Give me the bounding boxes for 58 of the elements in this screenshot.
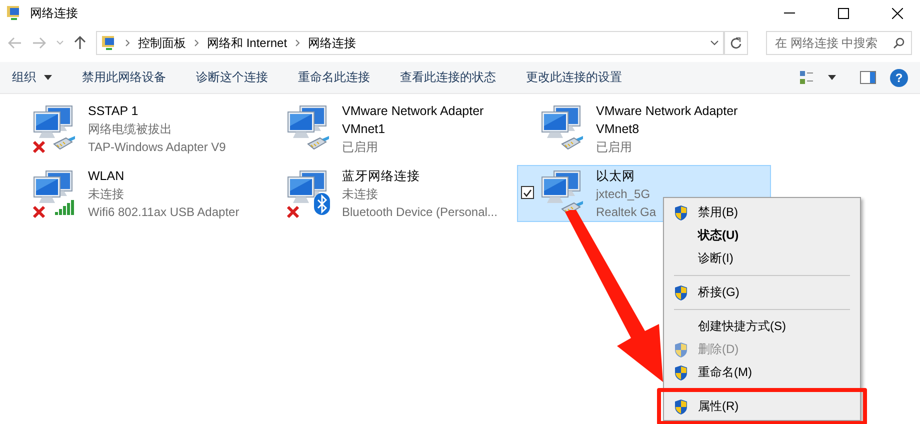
command-button[interactable]: 更改此连接的设置 <box>526 69 622 86</box>
up-arrow-icon[interactable] <box>74 36 86 50</box>
adapter-name: 蓝牙网络连接 <box>342 168 420 185</box>
adapter-device: Realtek Ga <box>596 204 656 221</box>
help-button[interactable]: ? <box>890 68 908 86</box>
menu-item[interactable]: 重命名(M) <box>666 361 858 384</box>
menu-item[interactable]: 桥接(G) <box>666 281 858 304</box>
adapter-name: WLAN <box>88 168 124 185</box>
adapter-item[interactable]: VMware Network Adapter VMnet1 已启用 <box>263 100 517 157</box>
network-folder-icon <box>101 35 117 51</box>
adapter-status: jxtech_5G <box>596 186 650 203</box>
adapter-status: 未连接 <box>342 186 378 203</box>
command-button[interactable]: 查看此连接的状态 <box>400 69 496 86</box>
adapter-item[interactable]: SSTAP 1 网络电缆被拔出 TAP-Windows Adapter V9 <box>9 100 263 157</box>
window-title: 网络连接 <box>30 4 79 22</box>
menu-item[interactable]: 诊断(I) <box>666 247 858 270</box>
preview-pane-icon[interactable] <box>860 71 876 84</box>
checkbox[interactable] <box>521 186 534 199</box>
adapter-device: Wifi6 802.11ax USB Adapter <box>88 204 240 221</box>
adapter-name: SSTAP 1 <box>88 103 138 120</box>
menu-item[interactable]: 创建快捷方式(S) <box>666 315 858 338</box>
command-button[interactable]: 禁用此网络设备 <box>82 69 166 86</box>
chevron-right-icon <box>295 39 300 47</box>
adapter-item[interactable]: VMware Network Adapter VMnet8 已启用 <box>517 100 771 157</box>
command-button[interactable]: 诊断这个连接 <box>196 69 268 86</box>
adapter-name: VMware Network Adapter VMnet8 <box>596 103 739 138</box>
adapter-item[interactable]: WLAN 未连接 Wifi6 802.11ax USB Adapter <box>9 165 263 222</box>
chevron-right-icon <box>194 39 199 47</box>
command-button[interactable]: 组织 <box>12 69 52 86</box>
search-field[interactable]: 在 网络连接 中搜索 <box>766 31 912 55</box>
network-folder-icon <box>6 5 22 21</box>
breadcrumb[interactable]: 网络和 Internet <box>207 34 288 52</box>
adapter-status: 已启用 <box>596 139 632 156</box>
view-options-icon[interactable] <box>800 70 814 84</box>
refresh-button[interactable] <box>724 31 748 55</box>
chevron-down-icon[interactable] <box>710 40 719 46</box>
maximize-icon[interactable] <box>838 8 848 18</box>
adapter-name: 以太网 <box>596 168 635 185</box>
refresh-icon <box>730 36 742 50</box>
adapter-item[interactable]: 蓝牙网络连接 未连接 Bluetooth Device (Personal... <box>263 165 517 222</box>
minimize-icon[interactable] <box>784 12 794 14</box>
breadcrumb[interactable]: 控制面板 <box>138 34 186 52</box>
adapter-status: 已启用 <box>342 139 378 156</box>
close-icon[interactable] <box>892 8 902 18</box>
address-bar[interactable]: 控制面板 网络和 Internet 网络连接 <box>96 31 724 55</box>
adapter-name: VMware Network Adapter VMnet1 <box>342 103 485 138</box>
command-button[interactable]: 重命名此连接 <box>298 69 370 86</box>
chevron-right-icon <box>125 39 130 47</box>
adapter-device: TAP-Windows Adapter V9 <box>88 139 226 156</box>
caret-icon[interactable] <box>828 75 836 80</box>
search-icon <box>893 37 905 49</box>
adapter-device: Bluetooth Device (Personal... <box>342 204 498 221</box>
caret-icon <box>44 75 52 80</box>
adapter-status: 网络电缆被拔出 <box>88 121 172 138</box>
menu-item[interactable]: 属性(R) <box>666 395 858 418</box>
menu-item[interactable]: 状态(U) <box>666 224 858 247</box>
adapter-status: 未连接 <box>88 186 124 203</box>
breadcrumb[interactable]: 网络连接 <box>308 34 356 52</box>
